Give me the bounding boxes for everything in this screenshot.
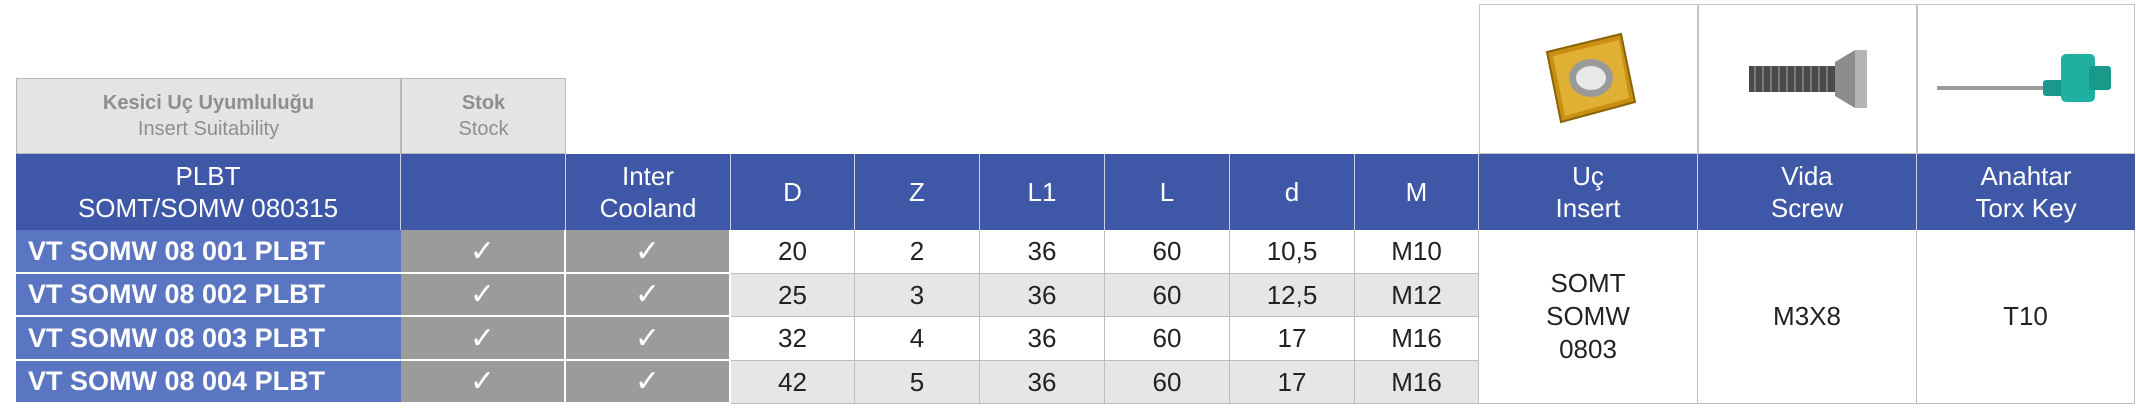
insert-suitability-en: Insert Suitability: [137, 118, 280, 140]
screw-value-cell: M3X8: [1698, 230, 1917, 404]
col-insert-line1: Uç: [1572, 161, 1604, 191]
cell-L1: 36: [980, 274, 1105, 317]
cell-L1: 36: [980, 361, 1105, 404]
cell-Z: 3: [855, 274, 980, 317]
stock-tr: Stok: [461, 92, 506, 114]
cell-L: 60: [1105, 274, 1230, 317]
insert-value-line2: SOMW: [1546, 301, 1630, 331]
cell-d: 17: [1230, 317, 1355, 361]
col-M: M: [1355, 154, 1479, 230]
cell-L: 60: [1105, 230, 1230, 274]
cell-L1: 36: [980, 317, 1105, 361]
stock-header: Stok Stock: [401, 78, 566, 154]
col-D: D: [731, 154, 855, 230]
insert-value-cell: SOMT SOMW 0803: [1479, 230, 1698, 404]
cell-d: 10,5: [1230, 230, 1355, 274]
col-L1-label: L1: [1027, 177, 1057, 207]
table-row-name: VT SOMW 08 001 PLBT: [16, 230, 401, 274]
col-screw-line1: Vida: [1781, 161, 1833, 191]
cell-d: 17: [1230, 361, 1355, 404]
cooling-check: ✓: [566, 274, 731, 317]
key-value: T10: [2003, 301, 2048, 331]
cell-M: M16: [1355, 317, 1479, 361]
torx-key-icon: [1937, 54, 2111, 102]
cell-Z: 2: [855, 230, 980, 274]
screw-value: M3X8: [1773, 301, 1841, 331]
cooling-check: ✓: [566, 361, 731, 404]
col-key-line2: Torx Key: [1975, 193, 2077, 223]
table-row-name: VT SOMW 08 004 PLBT: [16, 361, 401, 404]
cell-D: 20: [731, 230, 855, 274]
cell-M: M16: [1355, 361, 1479, 404]
col-d-label: d: [1284, 177, 1300, 207]
table-row-name: VT SOMW 08 002 PLBT: [16, 274, 401, 317]
col-insert-line2: Insert: [1555, 193, 1621, 223]
col-screw-line2: Screw: [1770, 193, 1844, 223]
col-D-label: D: [783, 177, 802, 207]
table-row-name: VT SOMW 08 003 PLBT: [16, 317, 401, 361]
col-cooling-line1: Inter: [621, 161, 675, 191]
screw-image-box: [1698, 4, 1917, 154]
cell-M: M10: [1355, 230, 1479, 274]
insert-image-box: [1479, 4, 1698, 154]
stock-check: ✓: [401, 361, 566, 404]
stock-check: ✓: [401, 274, 566, 317]
col-insert: Uç Insert: [1479, 154, 1698, 230]
cell-D: 32: [731, 317, 855, 361]
col-cooling: Inter Cooland: [566, 154, 731, 230]
col-Z-label: Z: [909, 177, 925, 207]
col-stock: [401, 154, 566, 230]
col-Z: Z: [855, 154, 980, 230]
key-image-box: [1917, 4, 2135, 154]
insert-suitability-header: Kesici Uç Uyumluluğu Insert Suitability: [16, 78, 401, 154]
col-key: Anahtar Torx Key: [1917, 154, 2135, 230]
col-L1: L1: [980, 154, 1105, 230]
cell-L1: 36: [980, 230, 1105, 274]
col-L: L: [1105, 154, 1230, 230]
cell-d: 12,5: [1230, 274, 1355, 317]
col-product-line1: PLBT: [175, 161, 241, 191]
screw-icon: [1748, 50, 1867, 108]
stock-en: Stock: [458, 118, 509, 140]
col-key-line1: Anahtar: [1980, 161, 2072, 191]
col-product-line2: SOMT/SOMW 080315: [77, 193, 339, 223]
stock-check: ✓: [401, 317, 566, 361]
col-cooling-line2: Cooland: [599, 193, 697, 223]
col-M-label: M: [1405, 177, 1428, 207]
col-L-label: L: [1159, 177, 1175, 207]
col-screw: Vida Screw: [1698, 154, 1917, 230]
insert-suitability-tr: Kesici Uç Uyumluluğu: [102, 92, 315, 114]
cell-Z: 4: [855, 317, 980, 361]
insert-value-line1: SOMT: [1550, 268, 1626, 298]
cell-L: 60: [1105, 317, 1230, 361]
col-product: PLBT SOMT/SOMW 080315: [16, 154, 401, 230]
cooling-check: ✓: [566, 230, 731, 274]
cell-D: 42: [731, 361, 855, 404]
cooling-check: ✓: [566, 317, 731, 361]
insert-value-line3: 0803: [1559, 334, 1617, 364]
cell-L: 60: [1105, 361, 1230, 404]
key-value-cell: T10: [1917, 230, 2135, 404]
cell-Z: 5: [855, 361, 980, 404]
insert-icon: [1545, 32, 1636, 124]
col-d: d: [1230, 154, 1355, 230]
cell-M: M12: [1355, 274, 1479, 317]
cell-D: 25: [731, 274, 855, 317]
stock-check: ✓: [401, 230, 566, 274]
